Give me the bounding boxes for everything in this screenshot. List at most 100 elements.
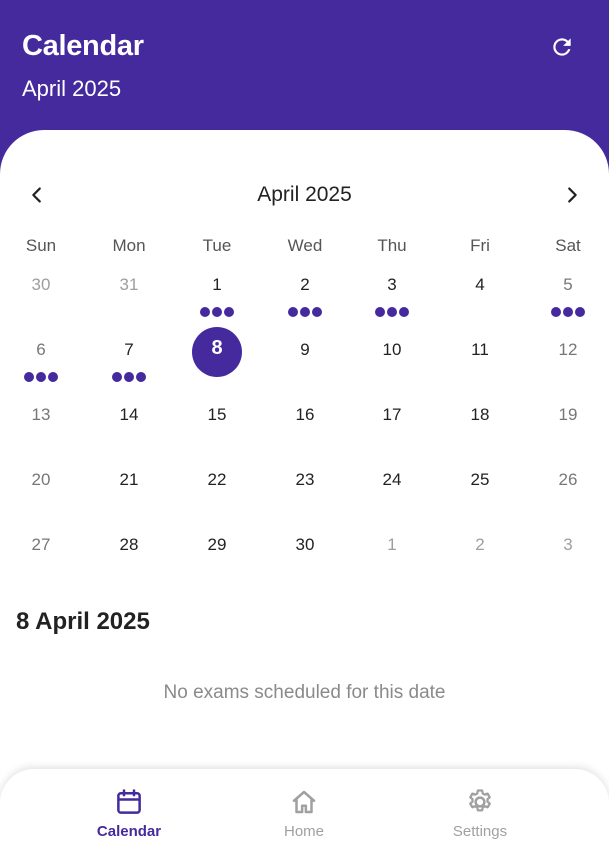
exam-dot bbox=[387, 307, 397, 317]
exam-dot bbox=[124, 372, 134, 382]
day-number: 10 bbox=[382, 340, 402, 359]
day-cell[interactable]: 1 bbox=[357, 515, 427, 580]
day-number: 1 bbox=[212, 275, 222, 294]
day-cell[interactable]: 30 bbox=[6, 255, 76, 320]
calendar-grid: 30 31 1 2 3 4 5 6 7 8 9 10 11 12 13 14 15 16 17 18 19 20 21 22 2… bbox=[0, 255, 609, 580]
nav-item-calendar[interactable]: Calendar bbox=[69, 787, 189, 853]
day-number: 8 bbox=[211, 337, 223, 359]
bottom-navigation: Calendar Home Settings bbox=[0, 769, 609, 865]
nav-label-settings: Settings bbox=[452, 823, 508, 840]
day-cell[interactable]: 9 bbox=[270, 320, 340, 385]
exam-dot bbox=[575, 307, 585, 317]
day-number: 12 bbox=[558, 340, 578, 359]
refresh-icon bbox=[553, 38, 571, 56]
day-cell[interactable]: 26 bbox=[533, 450, 603, 515]
exam-indicator-dots bbox=[6, 372, 76, 382]
day-cell[interactable]: 20 bbox=[6, 450, 76, 515]
day-number: 30 bbox=[31, 275, 51, 294]
weekday-label: Sun bbox=[25, 236, 57, 255]
refresh-button[interactable] bbox=[546, 31, 578, 63]
day-cell[interactable]: 1 bbox=[182, 255, 252, 320]
day-number: 22 bbox=[207, 470, 227, 489]
exam-dot bbox=[136, 372, 146, 382]
calendar-sheet: April 2025 Sun Mon Tue Wed Thu Fri Sat 30 31 1 2 3… bbox=[0, 130, 609, 865]
day-cell[interactable]: 27 bbox=[6, 515, 76, 580]
day-cell[interactable]: 17 bbox=[357, 385, 427, 450]
day-cell[interactable]: 16 bbox=[270, 385, 340, 450]
page-title: Calendar bbox=[22, 30, 144, 62]
exam-dot bbox=[312, 307, 322, 317]
week-row: 6 7 8 9 10 11 12 bbox=[0, 320, 609, 385]
exam-dot bbox=[24, 372, 34, 382]
day-cell[interactable]: 22 bbox=[182, 450, 252, 515]
next-month-button[interactable] bbox=[557, 180, 587, 210]
day-number: 31 bbox=[119, 275, 139, 294]
day-number: 13 bbox=[31, 405, 51, 424]
nav-item-home[interactable]: Home bbox=[244, 787, 364, 853]
day-number: 6 bbox=[36, 340, 46, 359]
exam-dot bbox=[200, 307, 210, 317]
day-cell[interactable]: 23 bbox=[270, 450, 340, 515]
day-cell[interactable]: 5 bbox=[533, 255, 603, 320]
calendar-icon bbox=[117, 789, 141, 814]
day-number: 5 bbox=[563, 275, 573, 294]
day-cell-selected[interactable]: 8 bbox=[182, 320, 252, 385]
chevron-right-icon bbox=[568, 187, 577, 203]
exam-dot bbox=[112, 372, 122, 382]
month-navigation: April 2025 bbox=[0, 180, 609, 210]
exam-indicator-dots bbox=[182, 307, 252, 317]
day-cell[interactable]: 3 bbox=[533, 515, 603, 580]
day-cell[interactable]: 15 bbox=[182, 385, 252, 450]
day-number: 4 bbox=[475, 275, 485, 294]
day-cell[interactable]: 29 bbox=[182, 515, 252, 580]
empty-state-message: No exams scheduled for this date bbox=[163, 682, 446, 703]
day-cell[interactable]: 2 bbox=[445, 515, 515, 580]
day-cell[interactable]: 21 bbox=[94, 450, 164, 515]
day-number: 20 bbox=[31, 470, 51, 489]
exam-dot bbox=[563, 307, 573, 317]
day-cell[interactable]: 19 bbox=[533, 385, 603, 450]
day-cell[interactable]: 18 bbox=[445, 385, 515, 450]
week-row: 13 14 15 16 17 18 19 bbox=[0, 385, 609, 450]
day-cell[interactable]: 14 bbox=[94, 385, 164, 450]
day-number: 17 bbox=[382, 405, 402, 424]
nav-item-settings[interactable]: Settings bbox=[420, 787, 540, 853]
day-cell[interactable]: 28 bbox=[94, 515, 164, 580]
day-number: 2 bbox=[300, 275, 310, 294]
day-number: 7 bbox=[124, 340, 134, 359]
weekday-label: Sat bbox=[555, 236, 581, 255]
day-cell[interactable]: 31 bbox=[94, 255, 164, 320]
exam-dot bbox=[36, 372, 46, 382]
day-number: 3 bbox=[563, 535, 573, 554]
weekday-label: Wed bbox=[287, 236, 323, 255]
day-cell[interactable]: 7 bbox=[94, 320, 164, 385]
day-cell[interactable]: 13 bbox=[6, 385, 76, 450]
day-number: 15 bbox=[207, 405, 227, 424]
day-cell[interactable]: 25 bbox=[445, 450, 515, 515]
day-number: 26 bbox=[558, 470, 578, 489]
day-cell[interactable]: 12 bbox=[533, 320, 603, 385]
day-cell[interactable]: 11 bbox=[445, 320, 515, 385]
day-number: 29 bbox=[207, 535, 227, 554]
weekday-label: Thu bbox=[377, 236, 407, 255]
day-cell[interactable]: 10 bbox=[357, 320, 427, 385]
day-cell[interactable]: 30 bbox=[270, 515, 340, 580]
week-row: 20 21 22 23 24 25 26 bbox=[0, 450, 609, 515]
day-number: 24 bbox=[382, 470, 402, 489]
day-cell[interactable]: 6 bbox=[6, 320, 76, 385]
exam-dot bbox=[212, 307, 222, 317]
day-cell[interactable]: 24 bbox=[357, 450, 427, 515]
day-cell[interactable]: 4 bbox=[445, 255, 515, 320]
day-cell[interactable]: 2 bbox=[270, 255, 340, 320]
weekday-label: Tue bbox=[202, 236, 232, 255]
day-number: 1 bbox=[387, 535, 397, 554]
day-number: 28 bbox=[119, 535, 139, 554]
day-cell[interactable]: 3 bbox=[357, 255, 427, 320]
exam-dot bbox=[224, 307, 234, 317]
exam-dot bbox=[551, 307, 561, 317]
day-number: 30 bbox=[295, 535, 315, 554]
day-number: 3 bbox=[387, 275, 397, 294]
exam-indicator-dots bbox=[533, 307, 603, 317]
nav-label-calendar: Calendar bbox=[96, 823, 162, 840]
month-title: April 2025 bbox=[257, 183, 352, 206]
